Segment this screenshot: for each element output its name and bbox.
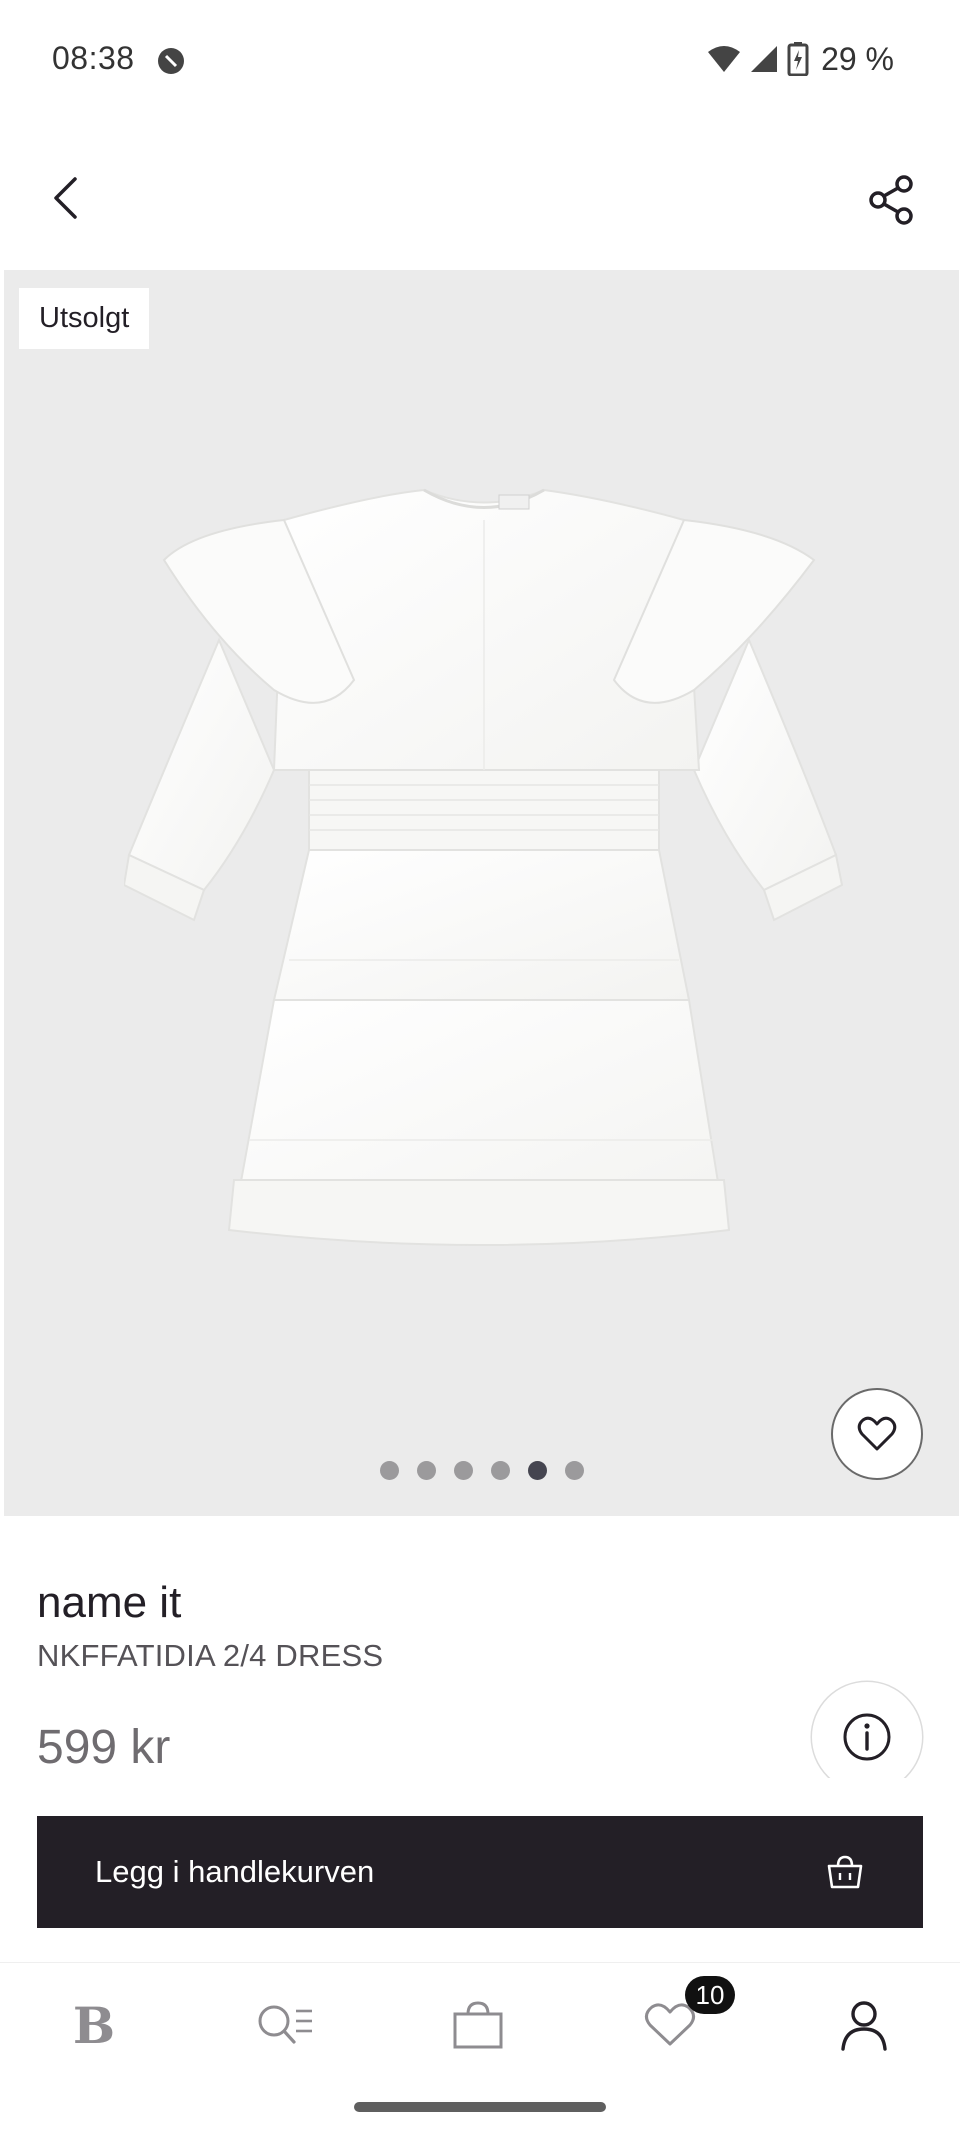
share-button[interactable] bbox=[862, 170, 922, 230]
search-menu-icon bbox=[258, 2005, 312, 2044]
wifi-icon bbox=[708, 46, 741, 72]
chevron-left-icon bbox=[54, 177, 77, 219]
product-price: 599 kr bbox=[37, 1721, 171, 1774]
pagination-dot[interactable] bbox=[564, 1461, 584, 1480]
nav-home[interactable]: B bbox=[58, 1995, 130, 2055]
info-button-fade bbox=[800, 1778, 940, 1818]
signal-icon bbox=[751, 46, 778, 72]
nav-account[interactable] bbox=[828, 1995, 900, 2055]
status-bar: 08:38 29 % bbox=[0, 0, 960, 120]
bottom-nav: B bbox=[0, 1962, 960, 2082]
product-brand[interactable]: name it bbox=[37, 1578, 181, 1628]
back-button[interactable] bbox=[38, 170, 94, 226]
battery-charging-icon bbox=[787, 42, 809, 76]
pagination-dot-active[interactable] bbox=[527, 1461, 547, 1480]
do-not-disturb-icon bbox=[158, 48, 184, 74]
home-indicator[interactable] bbox=[354, 2102, 606, 2112]
info-button[interactable] bbox=[812, 1682, 922, 1792]
add-to-cart-button[interactable]: Legg i handlekurven bbox=[37, 1816, 923, 1928]
pagination-dot[interactable] bbox=[490, 1461, 510, 1480]
add-to-cart-label: Legg i handlekurven bbox=[95, 1854, 375, 1889]
status-time: 08:38 bbox=[52, 40, 135, 76]
top-nav bbox=[0, 150, 960, 250]
user-icon bbox=[841, 2001, 887, 2051]
share-icon bbox=[869, 175, 913, 225]
shopping-bag-icon bbox=[827, 1855, 863, 1889]
product-name: NKFFATIDIA 2/4 DRESS bbox=[37, 1638, 384, 1673]
favorites-count-badge: 10 bbox=[685, 1976, 735, 2014]
nav-cart[interactable] bbox=[442, 1995, 514, 2055]
info-icon bbox=[843, 1713, 891, 1761]
pagination-dot[interactable] bbox=[416, 1461, 436, 1480]
pagination-dot[interactable] bbox=[379, 1461, 399, 1480]
heart-outline-icon bbox=[857, 1416, 897, 1451]
heart-outline-icon bbox=[645, 2003, 695, 2046]
shopping-bag-icon bbox=[453, 2001, 503, 2049]
battery-percentage: 29 % bbox=[821, 40, 894, 77]
brand-logo-icon: B bbox=[72, 1995, 116, 2055]
nav-search[interactable] bbox=[250, 1995, 322, 2055]
sold-out-badge: Utsolgt bbox=[19, 288, 150, 349]
pagination-dot[interactable] bbox=[453, 1461, 473, 1480]
status-right: 29 % bbox=[707, 40, 894, 78]
product-gallery[interactable]: Utsolgt bbox=[4, 270, 959, 1516]
product-image-dress bbox=[124, 488, 844, 1246]
gallery-pagination bbox=[4, 1461, 959, 1480]
